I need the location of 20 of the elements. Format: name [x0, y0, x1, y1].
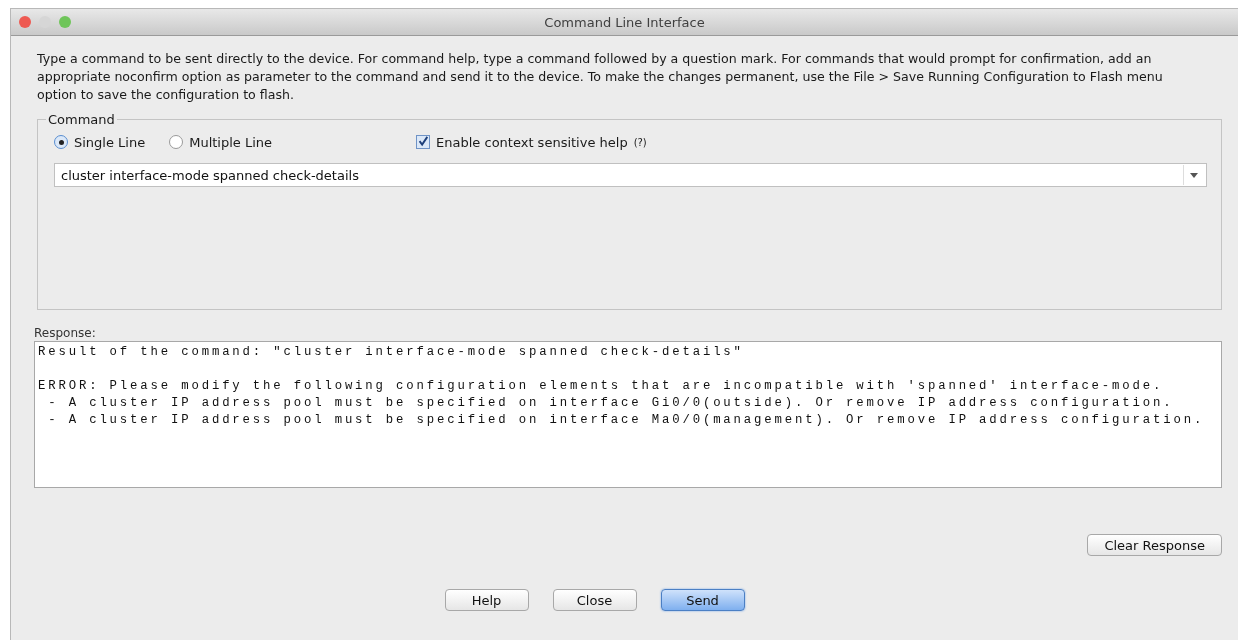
window-title: Command Line Interface [544, 14, 705, 30]
dialog-button[interactable]: Help [444, 589, 529, 611]
response-line: Result of the command: "cluster interface-mode spanned check-details" [38, 344, 745, 361]
clear-response-button[interactable]: Clear Response [1087, 534, 1222, 556]
zoom-button[interactable] [59, 16, 71, 28]
command-input[interactable]: cluster interface-mode spanned check-details [55, 167, 1183, 183]
response-line: - A cluster IP address pool must be specified on interface Gi0/0(outside). Or remove IP address configuration. [47, 395, 1175, 412]
group-label: Command [47, 112, 116, 127]
response-line: - A cluster IP address pool must be specified on interface Ma0/0(management). Or remove IP address configuration. [47, 412, 1206, 429]
close-button[interactable] [19, 16, 31, 28]
response-label: Response: [34, 326, 97, 340]
command-combo-field[interactable]: cluster interface-mode spanned check-details [54, 163, 1207, 187]
response-line: ERROR: Please modify the following configuration elements that are incompatible with 'spanned' interface-mode. [38, 378, 1165, 395]
instructions-text: Type a command to be sent directly to the device. For command help, type a command followed by a question mark. For commands that would prompt for confirmation, add an appropriate noconfirm option as parameter to the command and send it to the device. To make the changes permanent, use the File > Save Running Configuration to Flash menu option to save the configuration to flash. [37, 50, 1164, 104]
checkbox-icon[interactable] [416, 135, 431, 149]
dialog-button[interactable]: Close [552, 589, 637, 611]
mode-radio[interactable]: Multiple Line [169, 134, 273, 150]
dialog-button[interactable]: Send [660, 589, 745, 611]
mode-radio[interactable]: Single Line [54, 134, 146, 150]
context-help-checkbox[interactable]: Enable context sensitive help (?) [416, 134, 647, 150]
